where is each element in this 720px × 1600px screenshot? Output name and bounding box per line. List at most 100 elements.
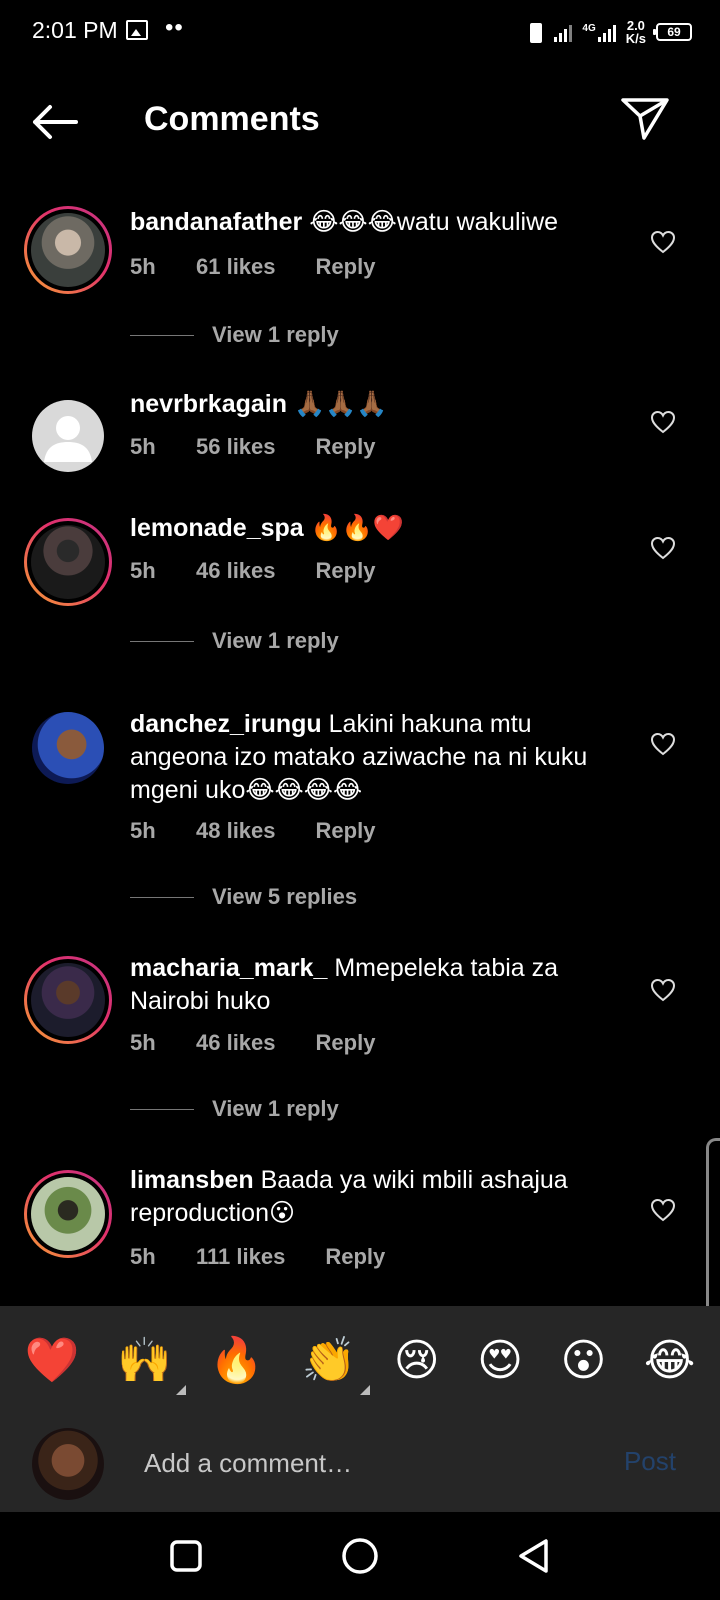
divider bbox=[130, 640, 194, 642]
signal-icon bbox=[554, 22, 573, 42]
emoji-laughing[interactable]: 😂 bbox=[644, 1337, 695, 1385]
comment-text: danchez_irungu Lakini hakuna mtu angeona… bbox=[130, 708, 630, 807]
view-replies-button[interactable]: View 1 reply bbox=[130, 1096, 339, 1122]
comment-text: nevrbrkagain 🙏🏾🙏🏾🙏🏾 bbox=[130, 388, 630, 421]
triangle-back-icon[interactable] bbox=[514, 1536, 554, 1576]
comment-likes[interactable]: 46 likes bbox=[196, 1030, 276, 1056]
comment-username[interactable]: bandanafather bbox=[130, 208, 302, 236]
emoji-heart-eyes[interactable]: 😍 bbox=[477, 1337, 523, 1385]
comment-item: danchez_irungu Lakini hakuna mtu angeona… bbox=[0, 708, 720, 918]
avatar[interactable] bbox=[32, 400, 104, 472]
page-title: Comments bbox=[144, 100, 320, 138]
emoji-crying[interactable]: 😢 bbox=[394, 1337, 440, 1385]
comment-body: 🔥🔥❤️ bbox=[303, 514, 405, 542]
comment-item: lemonade_spa 🔥🔥❤️ 5h 46 likes Reply View… bbox=[0, 512, 720, 672]
emoji-fire[interactable]: 🔥 bbox=[209, 1337, 264, 1385]
view-replies-label: View 5 replies bbox=[212, 884, 358, 909]
divider bbox=[130, 1108, 194, 1110]
reply-button[interactable]: Reply bbox=[325, 1244, 385, 1270]
arrow-left-icon[interactable] bbox=[30, 102, 78, 142]
comment-time: 5h bbox=[130, 254, 156, 279]
comment-likes[interactable]: 111 likes bbox=[196, 1244, 285, 1270]
emoji-clap[interactable]: 👏 bbox=[301, 1335, 371, 1395]
divider bbox=[130, 896, 194, 898]
network-speed: 2.0 K/s bbox=[626, 19, 646, 45]
comment-composer: Post bbox=[0, 1416, 720, 1512]
view-replies-label: View 1 reply bbox=[212, 322, 339, 347]
battery-icon: 69 bbox=[653, 23, 692, 41]
status-time: 2:01 PM bbox=[32, 17, 118, 43]
comment-username[interactable]: macharia_mark_ bbox=[130, 954, 327, 982]
current-user-avatar bbox=[32, 1428, 104, 1500]
default-avatar-icon bbox=[44, 416, 92, 462]
avatar[interactable] bbox=[24, 1170, 112, 1258]
comment-username[interactable]: lemonade_spa bbox=[130, 514, 304, 542]
network-type: 4G bbox=[582, 23, 596, 34]
comment-meta: 5h 46 likes Reply bbox=[130, 1030, 375, 1056]
square-icon[interactable] bbox=[166, 1536, 206, 1576]
reply-button[interactable]: Reply bbox=[316, 254, 376, 280]
comment-username[interactable]: limansben bbox=[130, 1166, 254, 1194]
status-icons: 4G 2.0 K/s 69 bbox=[524, 14, 692, 50]
header: Comments bbox=[0, 84, 720, 160]
comment-meta: 5h 61 likes Reply bbox=[130, 254, 375, 280]
emoji-clap-glyph: 👏 bbox=[301, 1335, 357, 1386]
comment-time: 5h bbox=[130, 434, 156, 459]
reply-button[interactable]: Reply bbox=[316, 434, 376, 460]
post-button[interactable]: Post bbox=[624, 1446, 676, 1477]
divider bbox=[130, 334, 194, 336]
comment-meta: 5h 111 likes Reply bbox=[130, 1244, 385, 1270]
comment-meta: 5h 46 likes Reply bbox=[130, 558, 375, 584]
comment-likes[interactable]: 46 likes bbox=[196, 558, 276, 584]
comment-meta: 5h 48 likes Reply bbox=[130, 818, 375, 844]
heart-outline-icon[interactable] bbox=[650, 230, 676, 254]
comment-item: macharia_mark_ Mmepeleka tabia za Nairob… bbox=[0, 952, 720, 1128]
comment-text: bandanafather 😂😂😂watu wakuliwe bbox=[130, 206, 630, 239]
view-replies-label: View 1 reply bbox=[212, 1096, 339, 1121]
reply-button[interactable]: Reply bbox=[316, 1030, 376, 1056]
comment-item: nevrbrkagain 🙏🏾🙏🏾🙏🏾 5h 56 likes Reply bbox=[0, 390, 720, 500]
skin-tone-indicator bbox=[175, 1385, 186, 1395]
comment-username[interactable]: danchez_irungu bbox=[130, 710, 322, 738]
view-replies-button[interactable]: View 1 reply bbox=[130, 322, 339, 348]
heart-outline-icon[interactable] bbox=[650, 732, 676, 756]
avatar[interactable] bbox=[32, 712, 104, 784]
vibrate-icon bbox=[524, 22, 544, 43]
reply-button[interactable]: Reply bbox=[316, 558, 376, 584]
heart-outline-icon[interactable] bbox=[650, 536, 676, 560]
comment-text: macharia_mark_ Mmepeleka tabia za Nairob… bbox=[130, 952, 630, 1018]
heart-outline-icon[interactable] bbox=[650, 410, 676, 434]
comment-time: 5h bbox=[130, 818, 156, 843]
comment-body: 🙏🏾🙏🏾🙏🏾 bbox=[287, 390, 388, 418]
view-replies-button[interactable]: View 1 reply bbox=[130, 628, 339, 654]
avatar[interactable] bbox=[24, 206, 112, 294]
emoji-surprised[interactable]: 😮 bbox=[560, 1337, 606, 1385]
comment-text: lemonade_spa 🔥🔥❤️ bbox=[130, 512, 630, 545]
comment-likes[interactable]: 56 likes bbox=[196, 434, 276, 460]
heart-outline-icon[interactable] bbox=[650, 978, 676, 1002]
paper-plane-icon[interactable] bbox=[620, 96, 670, 142]
reply-button[interactable]: Reply bbox=[316, 818, 376, 844]
avatar[interactable] bbox=[24, 956, 112, 1044]
comment-username[interactable]: nevrbrkagain bbox=[130, 390, 287, 418]
avatar[interactable] bbox=[24, 518, 112, 606]
comment-time: 5h bbox=[130, 1030, 156, 1055]
status-bar: 2:01 PM •• 4G 2.0 K/s 69 bbox=[0, 0, 720, 64]
view-replies-label: View 1 reply bbox=[212, 628, 339, 653]
comment-time: 5h bbox=[130, 558, 156, 583]
signal-icon-2: 4G bbox=[582, 22, 616, 42]
comment-body: 😂😂😂watu wakuliwe bbox=[302, 208, 559, 236]
view-replies-button[interactable]: View 5 replies bbox=[130, 884, 357, 910]
emoji-heart[interactable]: ❤️ bbox=[25, 1337, 80, 1385]
comment-text: limansben Baada ya wiki mbili ashajua re… bbox=[130, 1164, 630, 1230]
image-notification-icon bbox=[126, 20, 148, 40]
comment-time: 5h bbox=[130, 1244, 156, 1269]
notification-dots: •• bbox=[165, 14, 184, 41]
circle-icon[interactable] bbox=[340, 1536, 380, 1576]
comment-meta: 5h 56 likes Reply bbox=[130, 434, 375, 460]
comment-likes[interactable]: 61 likes bbox=[196, 254, 276, 280]
emoji-raised-hands[interactable]: 🙌 bbox=[117, 1337, 186, 1395]
heart-outline-icon[interactable] bbox=[650, 1198, 676, 1222]
comment-input[interactable] bbox=[144, 1442, 584, 1484]
comment-likes[interactable]: 48 likes bbox=[196, 818, 276, 844]
